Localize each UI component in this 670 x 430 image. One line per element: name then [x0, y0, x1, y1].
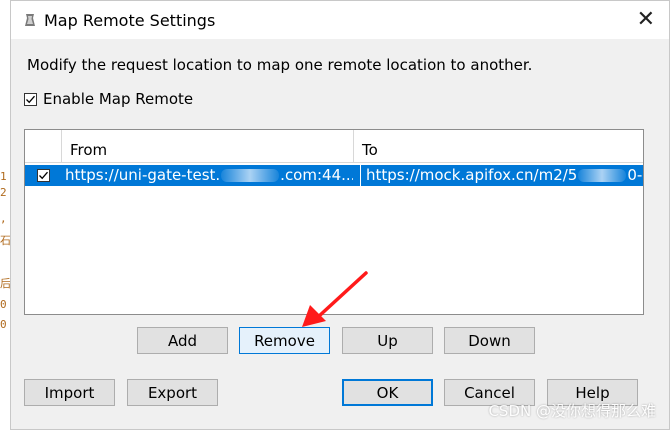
- enable-map-remote-checkbox[interactable]: Enable Map Remote: [24, 90, 193, 108]
- from-url-prefix: https://uni-gate-test.: [65, 166, 221, 184]
- row-enabled-checkbox[interactable]: [37, 169, 50, 182]
- table-row[interactable]: https://uni-gate-test. .com:44... https:/…: [25, 165, 643, 186]
- checkmark-icon: [26, 95, 35, 103]
- background-code-strip: 1 2 , 石 后 0 0: [0, 0, 11, 430]
- row-enabled-cell[interactable]: [25, 165, 62, 186]
- title-bar[interactable]: Map Remote Settings ✕: [11, 1, 669, 39]
- remove-button[interactable]: Remove: [239, 327, 330, 354]
- column-header-enabled[interactable]: [25, 130, 62, 162]
- enable-map-remote-label: Enable Map Remote: [43, 90, 194, 108]
- column-header-to[interactable]: To: [354, 130, 643, 162]
- import-button[interactable]: Import: [24, 379, 115, 406]
- redacted-blur: [221, 169, 280, 182]
- ok-button[interactable]: OK: [342, 379, 433, 406]
- add-button[interactable]: Add: [137, 327, 228, 354]
- to-url-suffix: 0-...: [627, 166, 643, 184]
- background-code-glyph: ,: [0, 212, 7, 225]
- map-remote-settings-dialog: Map Remote Settings ✕ Modify the request…: [10, 0, 670, 430]
- window-title: Map Remote Settings: [44, 11, 216, 30]
- column-header-from[interactable]: From: [62, 130, 354, 162]
- background-code-glyph: 1: [0, 170, 7, 183]
- checkmark-icon: [39, 171, 48, 180]
- to-url-prefix: https://mock.apifox.cn/m2/5: [366, 166, 578, 184]
- row-from-cell[interactable]: https://uni-gate-test. .com:44...: [65, 165, 353, 186]
- description-text: Modify the request location to map one r…: [27, 56, 533, 74]
- charles-app-icon: [25, 14, 35, 26]
- table-header: From To: [25, 130, 643, 163]
- export-button[interactable]: Export: [127, 379, 218, 406]
- move-up-button[interactable]: Up: [342, 327, 433, 354]
- move-down-button[interactable]: Down: [444, 327, 535, 354]
- background-code-glyph: 0: [0, 298, 7, 311]
- redacted-blur: [578, 169, 627, 182]
- mappings-table[interactable]: From To https://uni-gate-test. .com:44...…: [24, 129, 644, 315]
- from-url-suffix: .com:44...: [280, 166, 353, 184]
- background-code-glyph: 2: [0, 186, 7, 199]
- background-code-glyph: 0: [0, 318, 7, 331]
- checkbox-box[interactable]: [24, 92, 37, 106]
- csdn-watermark: CSDN @没你想得那么难: [488, 402, 656, 420]
- close-icon[interactable]: ✕: [637, 7, 655, 32]
- row-to-cell[interactable]: https://mock.apifox.cn/m2/5 0-...: [360, 165, 643, 186]
